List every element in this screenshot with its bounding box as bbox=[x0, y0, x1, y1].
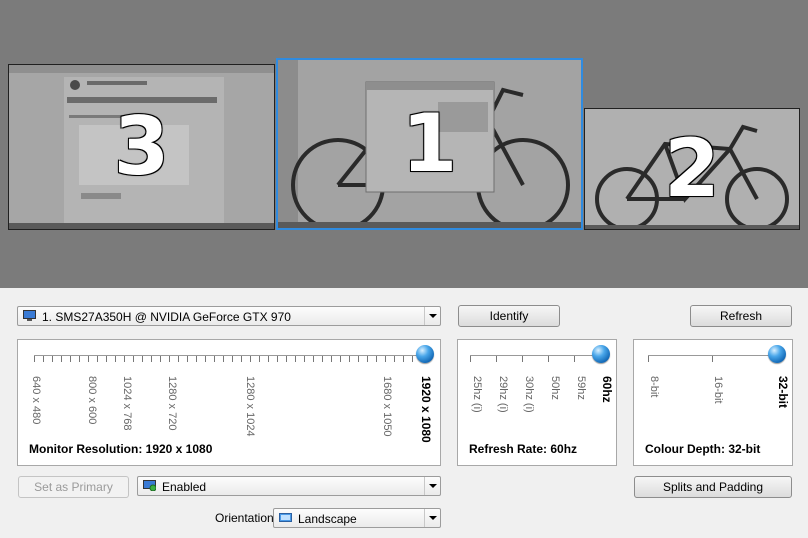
refresh-rate-tick-label: 50hz bbox=[549, 376, 561, 400]
refresh-rate-tick-label: 59hz bbox=[575, 376, 587, 400]
resolution-tick-label: 800 x 600 bbox=[86, 376, 98, 425]
refresh-rate-tick-label: 25hz (i) bbox=[471, 376, 483, 413]
orientation-select[interactable]: Landscape bbox=[273, 508, 441, 528]
orientation-select-value: Landscape bbox=[298, 512, 357, 526]
identify-button[interactable]: Identify bbox=[458, 305, 560, 327]
monitor-3-preview[interactable]: 3 bbox=[8, 64, 275, 230]
resolution-tick-label: 1280 x 1024 bbox=[244, 376, 256, 437]
colour-depth-panel: 8-bit 16-bit 32-bit Colour Depth: 32-bit bbox=[633, 339, 793, 466]
colour-depth-slider-thumb[interactable] bbox=[768, 345, 786, 363]
monitor-enabled-icon bbox=[143, 480, 156, 491]
refresh-rate-slider-thumb[interactable] bbox=[592, 345, 610, 363]
chevron-down-icon[interactable] bbox=[424, 307, 440, 325]
monitor-number: 1 bbox=[401, 97, 458, 190]
resolution-tick-label-selected: 1920 x 1080 bbox=[419, 376, 433, 443]
resolution-tick-label: 1024 x 768 bbox=[121, 376, 133, 431]
enabled-select-value: Enabled bbox=[162, 480, 207, 494]
resolution-slider-thumb[interactable] bbox=[416, 345, 434, 363]
monitor-number: 2 bbox=[664, 122, 720, 215]
monitor-1-preview[interactable]: 1 bbox=[276, 58, 583, 230]
orientation-label: Orientation: bbox=[215, 511, 278, 525]
resolution-tick-label: 1280 x 720 bbox=[166, 376, 178, 431]
refresh-button[interactable]: Refresh bbox=[690, 305, 792, 327]
colour-depth-tick-label-selected: 32-bit bbox=[776, 376, 790, 409]
splits-and-padding-button[interactable]: Splits and Padding bbox=[634, 476, 792, 498]
refresh-rate-tick-label: 29hz (i) bbox=[497, 376, 509, 413]
monitor-number: 3 bbox=[113, 100, 170, 193]
chevron-down-icon[interactable] bbox=[424, 477, 440, 495]
monitor-icon bbox=[23, 310, 36, 321]
refresh-rate-tick-label-selected: 60hz bbox=[600, 376, 614, 403]
display-select[interactable]: 1. SMS27A350H @ NVIDIA GeForce GTX 970 bbox=[17, 306, 441, 326]
colour-depth-ticks bbox=[648, 356, 780, 366]
chevron-down-icon[interactable] bbox=[424, 509, 440, 527]
enabled-select[interactable]: Enabled bbox=[137, 476, 441, 496]
refresh-rate-caption: Refresh Rate: 60hz bbox=[469, 442, 578, 456]
colour-depth-tick-label: 8-bit bbox=[648, 376, 660, 398]
refresh-rate-panel: 25hz (i) 29hz (i) 30hz (i) 50hz 59hz 60h… bbox=[457, 339, 617, 466]
resolution-tick-label: 640 x 480 bbox=[30, 376, 42, 425]
monitor-2-preview[interactable]: 2 bbox=[584, 108, 800, 230]
refresh-rate-ticks bbox=[470, 356, 602, 366]
resolution-panel: 640 x 480 800 x 600 1024 x 768 1280 x 72… bbox=[17, 339, 441, 466]
resolution-caption: Monitor Resolution: 1920 x 1080 bbox=[29, 442, 213, 456]
colour-depth-tick-label: 16-bit bbox=[712, 376, 724, 404]
display-select-value: 1. SMS27A350H @ NVIDIA GeForce GTX 970 bbox=[42, 310, 291, 324]
landscape-icon bbox=[279, 513, 292, 522]
refresh-rate-tick-label: 30hz (i) bbox=[523, 376, 535, 413]
set-as-primary-button[interactable]: Set as Primary bbox=[18, 476, 129, 498]
colour-depth-caption: Colour Depth: 32-bit bbox=[645, 442, 761, 456]
resolution-tick-label: 1680 x 1050 bbox=[381, 376, 393, 437]
monitor-arrangement-area[interactable]: 3 1 2 bbox=[0, 0, 808, 288]
